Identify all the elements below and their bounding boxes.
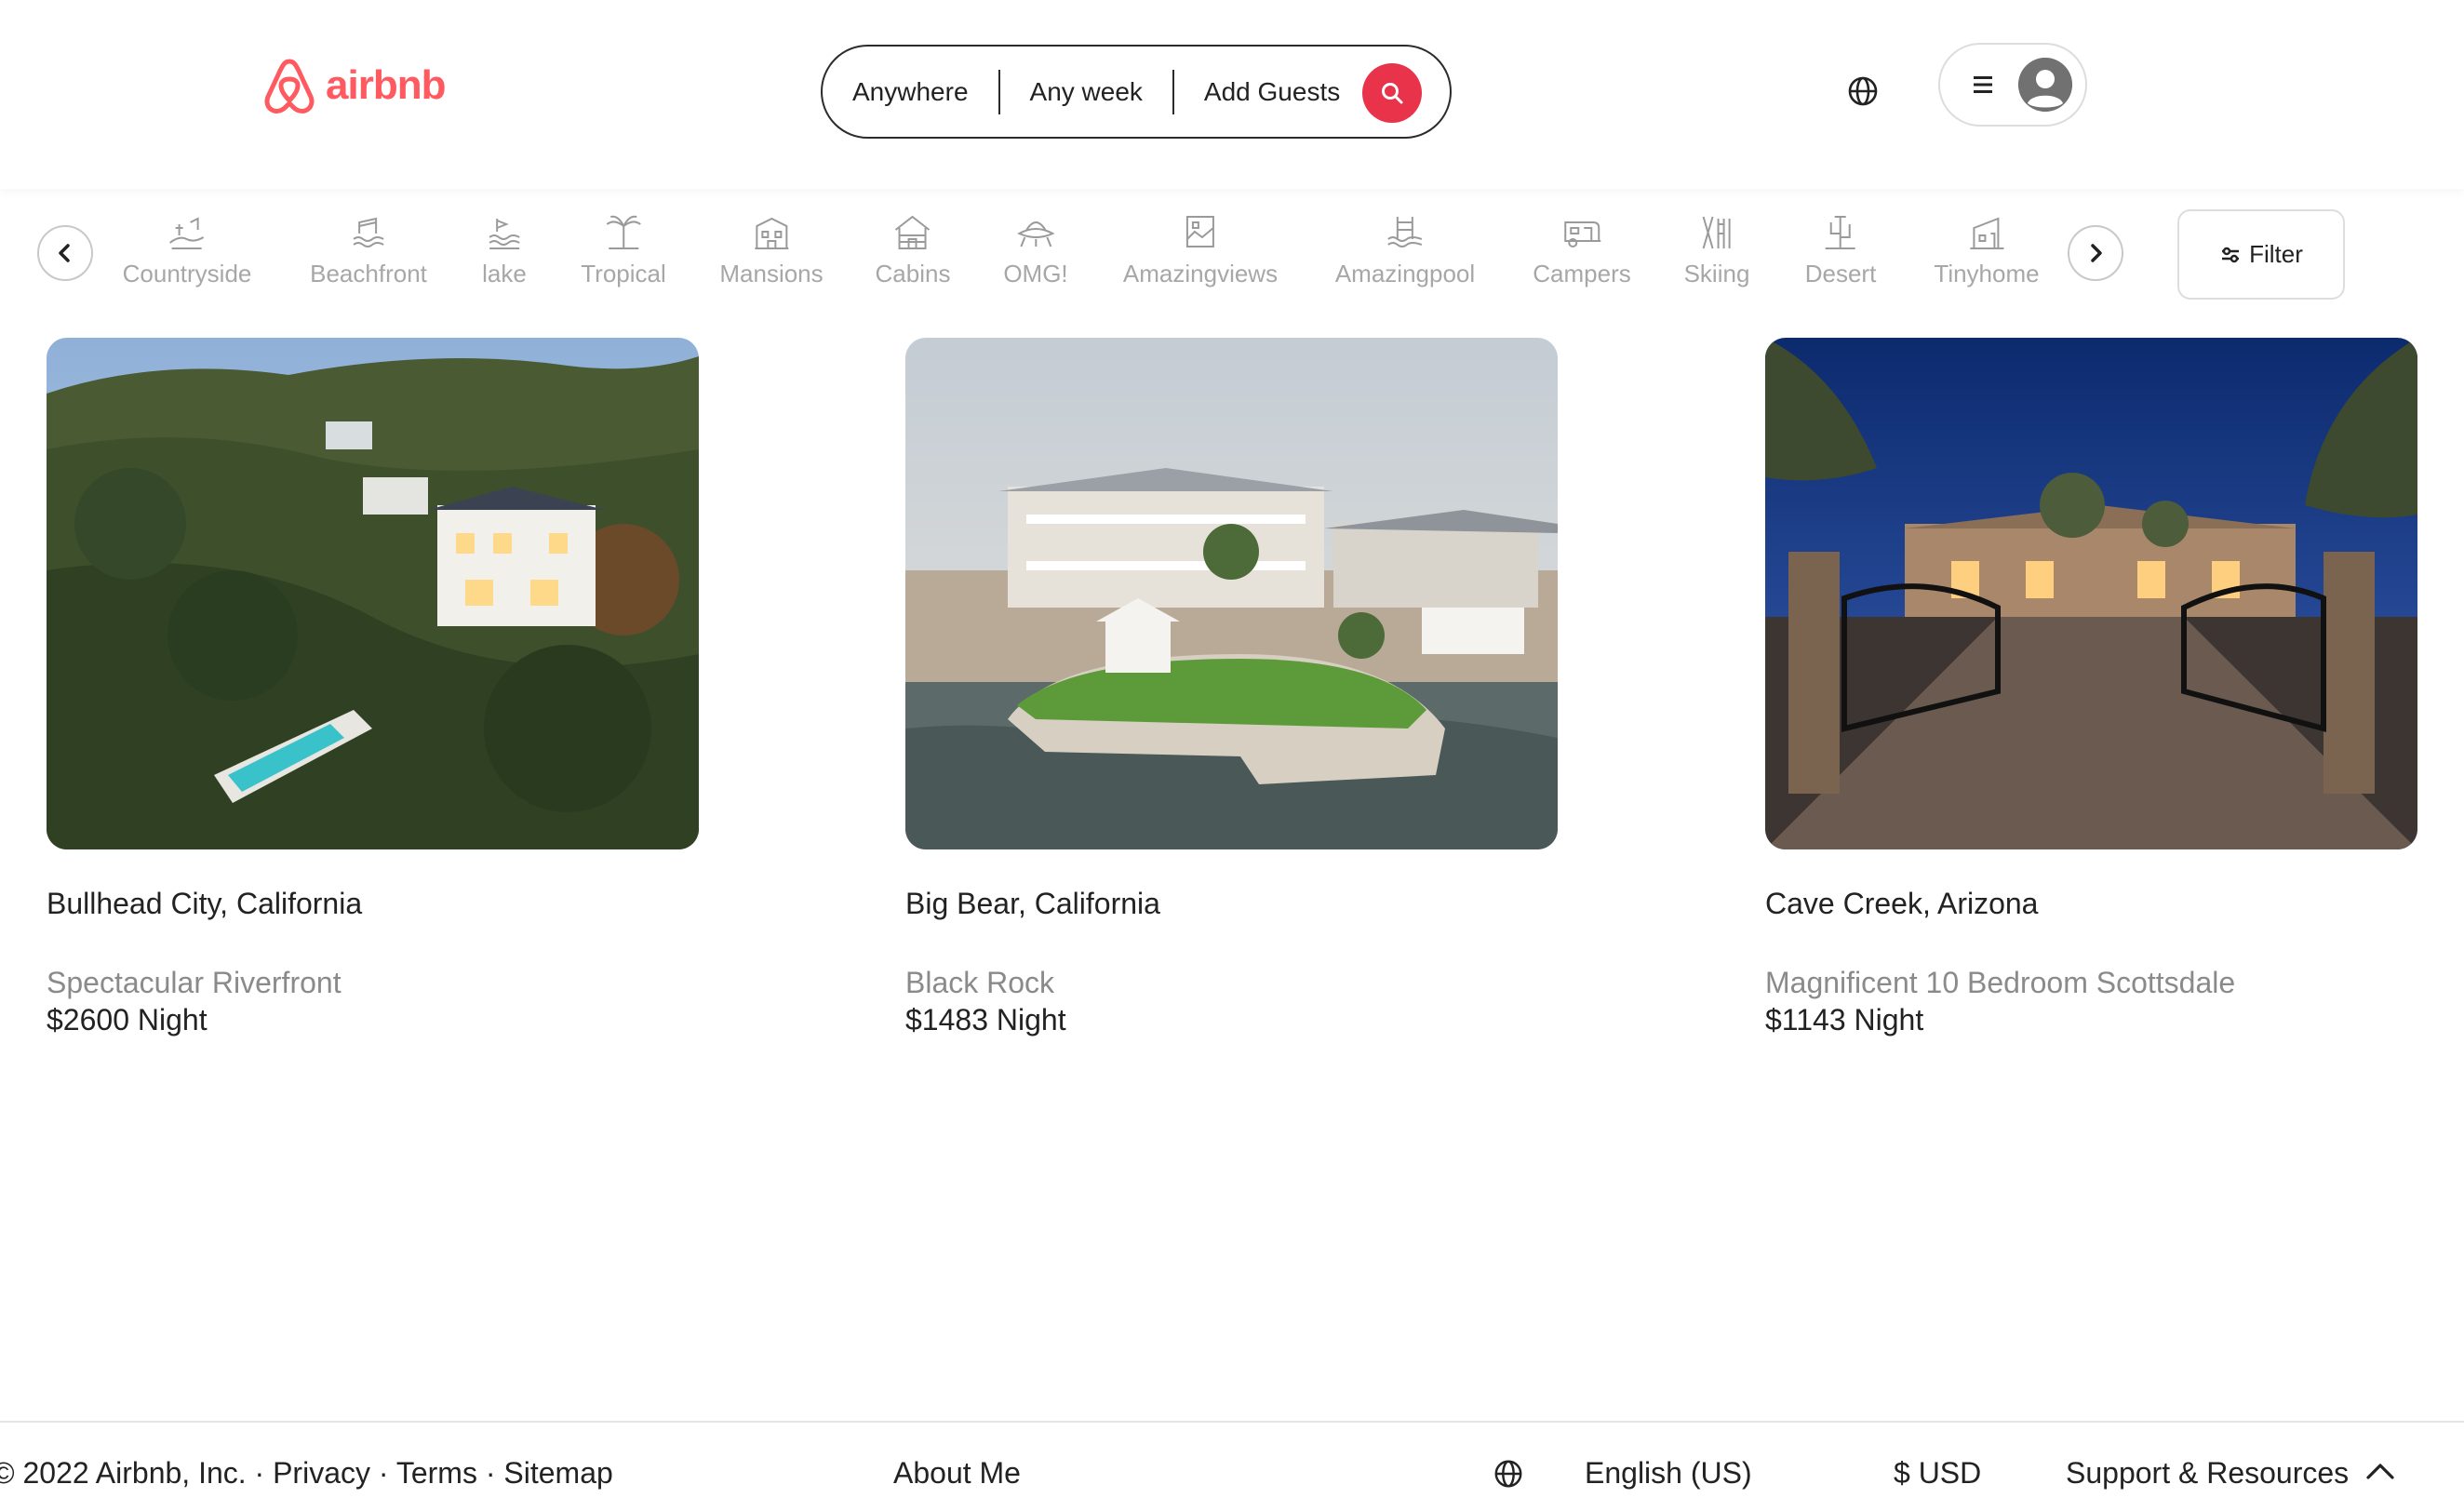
listing-price: $1483 Night bbox=[905, 1003, 1066, 1036]
listing-location[interactable]: Cave Creek, Arizona bbox=[1765, 887, 2038, 921]
chevron-left-icon bbox=[59, 244, 70, 262]
airbnb-logo-icon bbox=[264, 59, 315, 114]
waterfront-villa-photo[interactable] bbox=[905, 338, 1558, 849]
user-menu-button[interactable] bbox=[1938, 43, 2087, 127]
category-tropical[interactable]: Tropical bbox=[581, 211, 666, 288]
footer: © 2022 Airbnb, Inc. · Privacy · Terms · … bbox=[0, 1421, 2464, 1511]
footer-legal: © 2022 Airbnb, Inc. · Privacy · Terms · … bbox=[0, 1456, 613, 1491]
airbnb-logo[interactable]: airbnb bbox=[262, 56, 446, 115]
footer-separator: · bbox=[378, 1456, 389, 1490]
category-prev-button[interactable] bbox=[37, 225, 93, 281]
search-icon bbox=[1382, 83, 1403, 104]
chevron-up-icon[interactable] bbox=[2365, 1460, 2395, 1482]
top-header: airbnb Anywhere Any week Add Guests bbox=[0, 0, 2464, 189]
search-bar[interactable]: Anywhere Any week Add Guests bbox=[821, 45, 1452, 139]
listing-title: Black Rock bbox=[905, 966, 1055, 999]
chevron-right-icon bbox=[2091, 244, 2102, 262]
desert-icon bbox=[1825, 216, 1855, 249]
filter-button[interactable]: Filter bbox=[2177, 209, 2345, 300]
listing-location[interactable]: Bullhead City, California bbox=[47, 887, 362, 921]
omg-icon bbox=[1016, 221, 1055, 247]
mansions-icon bbox=[755, 217, 788, 249]
category-campers[interactable]: Campers bbox=[1533, 211, 1631, 288]
countryside-icon bbox=[169, 217, 205, 249]
category-tinyhome[interactable]: Tinyhome bbox=[1934, 211, 2040, 288]
category-lake[interactable]: lake bbox=[482, 211, 527, 288]
sitemap-link[interactable]: Sitemap bbox=[503, 1456, 612, 1490]
avatar-icon bbox=[2018, 58, 2072, 112]
tropical-icon bbox=[606, 215, 641, 249]
category-omg[interactable]: OMG! bbox=[1003, 211, 1068, 288]
category-next-button[interactable] bbox=[2068, 225, 2123, 281]
terms-link[interactable]: Terms bbox=[396, 1456, 477, 1490]
filter-label: Filter bbox=[2249, 240, 2303, 268]
globe-icon[interactable] bbox=[1493, 1458, 1524, 1490]
category-amazingviews[interactable]: Amazingviews bbox=[1123, 211, 1278, 288]
listing-card[interactable]: Big Bear, California Black Rock $1483 Ni… bbox=[905, 338, 1558, 1036]
amazingpool-icon bbox=[1387, 217, 1423, 247]
support-resources-link[interactable]: Support & Resources bbox=[2066, 1456, 2349, 1491]
skiing-icon bbox=[1703, 216, 1731, 249]
amazingviews-icon bbox=[1185, 216, 1214, 247]
footer-separator: · bbox=[254, 1456, 265, 1490]
about-me-link[interactable]: About Me bbox=[893, 1456, 1021, 1491]
sliders-icon bbox=[2222, 247, 2240, 262]
category-mansions[interactable]: Mansions bbox=[719, 211, 824, 288]
currency-selector[interactable]: $ USD bbox=[1894, 1456, 1981, 1491]
listing-title: Spectacular Riverfront bbox=[47, 966, 341, 999]
category-desert[interactable]: Desert bbox=[1805, 211, 1876, 288]
search-button[interactable] bbox=[1362, 63, 1422, 123]
globe-icon[interactable] bbox=[1846, 74, 1880, 108]
search-dates[interactable]: Any week bbox=[1000, 47, 1172, 137]
campers-icon bbox=[1563, 221, 1600, 247]
footer-separator: · bbox=[485, 1456, 496, 1490]
menu-icon bbox=[1974, 76, 1992, 93]
listing-title: Magnificent 10 Bedroom Scottsdale bbox=[1765, 966, 2236, 999]
brand-name: airbnb bbox=[326, 62, 446, 108]
listing-location[interactable]: Big Bear, California bbox=[905, 887, 1160, 921]
privacy-link[interactable]: Privacy bbox=[273, 1456, 370, 1490]
category-beachfront[interactable]: Beachfront bbox=[310, 211, 427, 288]
listing-price: $1143 Night bbox=[1765, 1003, 1924, 1036]
gated-estate-photo[interactable] bbox=[1765, 338, 2417, 849]
listing-card[interactable]: Cave Creek, Arizona Magnificent 10 Bedro… bbox=[1765, 338, 2417, 1036]
copyright-text: © 2022 Airbnb, Inc. bbox=[0, 1456, 247, 1490]
language-selector[interactable]: English (US) bbox=[1585, 1456, 1752, 1491]
category-skiing[interactable]: Skiing bbox=[1684, 211, 1749, 288]
category-cabins[interactable]: Cabins bbox=[876, 211, 950, 288]
category-bar: Countryside Beachfront lake Tropical Man… bbox=[0, 189, 2464, 319]
cabins-icon bbox=[895, 215, 931, 249]
search-location[interactable]: Anywhere bbox=[852, 47, 998, 137]
listing-card[interactable]: Bullhead City, California Spectacular Ri… bbox=[47, 338, 699, 1036]
category-countryside[interactable]: Countryside bbox=[123, 211, 251, 288]
lake-icon bbox=[489, 219, 520, 249]
category-amazingpool[interactable]: Amazingpool bbox=[1335, 211, 1475, 288]
hillside-mansion-photo[interactable] bbox=[47, 338, 699, 849]
search-guests[interactable]: Add Guests bbox=[1174, 47, 1370, 137]
listing-price: $2600 Night bbox=[47, 1003, 208, 1036]
beachfront-icon bbox=[353, 217, 384, 247]
tinyhome-icon bbox=[1969, 217, 2003, 249]
